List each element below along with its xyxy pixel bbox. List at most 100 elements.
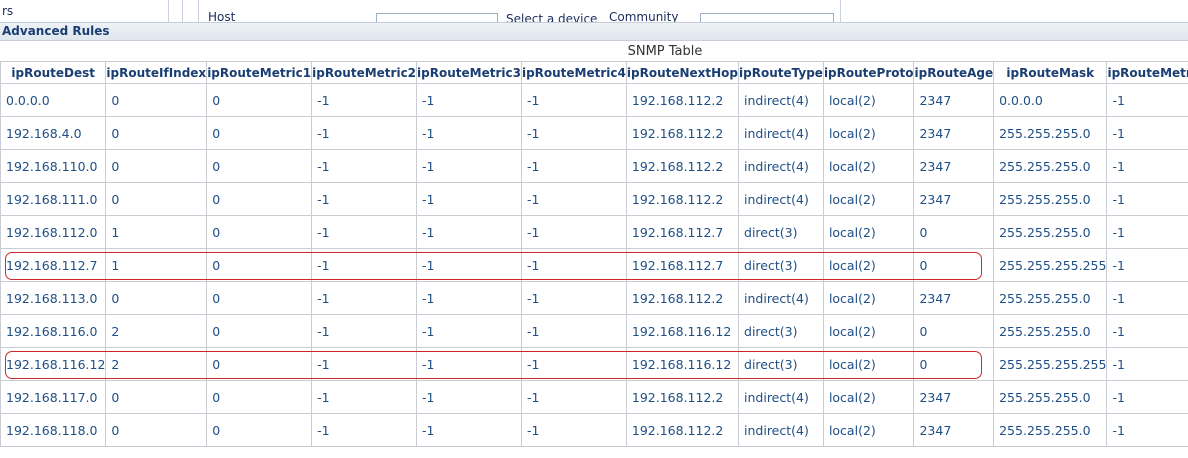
table-cell: 1 [105, 248, 208, 282]
table-cell: 192.168.112.2 [625, 380, 740, 414]
table-cell: -1 [416, 149, 522, 183]
table-cell: -1 [311, 413, 418, 447]
table-row[interactable]: 192.168.4.0 0 0 -1 -1 -1 192.168.112.2 indirect… [0, 116, 1188, 150]
table-caption: SNMP Table [627, 44, 703, 59]
column-header[interactable]: ipRouteMetric5 [1106, 61, 1188, 84]
column-header[interactable]: ipRouteMetric1 [206, 61, 313, 84]
device-select-label: Select a device [506, 12, 598, 22]
host-input[interactable] [376, 13, 498, 22]
table-cell: -1 [311, 314, 418, 348]
community-label: Community [609, 10, 679, 22]
table-row[interactable]: 192.168.113.0 0 0 -1 -1 -1 192.168.112.2 indire… [0, 281, 1188, 315]
column-header[interactable]: ipRouteType [738, 61, 824, 84]
table-row[interactable]: 192.168.118.0 0 0 -1 -1 -1 192.168.112.2 indire… [0, 413, 1188, 447]
table-cell: -1 [416, 281, 522, 315]
section-title: Advanced Rules [2, 24, 110, 38]
table-cell: -1 [520, 413, 627, 447]
table-cell: indirect(4) [738, 413, 824, 447]
column-header[interactable]: ipRouteMask [993, 61, 1108, 84]
table-cell: 255.255.255.255 [993, 248, 1108, 282]
table-cell: 2347 [913, 281, 995, 315]
table-cell: 192.168.111.0 [0, 182, 107, 216]
table-cell: -1 [416, 248, 522, 282]
table-cell: 2347 [913, 83, 995, 117]
table-cell: 0 [206, 413, 313, 447]
table-cell: 192.168.110.0 [0, 149, 107, 183]
table-cell: local(2) [822, 281, 915, 315]
table-cell: 0.0.0.0 [0, 83, 107, 117]
table-row[interactable]: 192.168.117.0 0 0 -1 -1 -1 192.168.112.2 indire… [0, 380, 1188, 414]
table-cell: 192.168.112.0 [0, 215, 107, 249]
table-cell: -1 [1106, 314, 1188, 348]
table-body: 0.0.0.0 0 0 -1 -1 -1 192.168.112.2 indirect(4) l… [0, 83, 1188, 447]
table-cell: 192.168.116.12 [0, 347, 107, 381]
table-cell: -1 [1106, 380, 1188, 414]
table-cell: 0 [105, 281, 208, 315]
table-row[interactable]: 192.168.112.7 1 0 -1 -1 -1 192.168.112.7 direct… [0, 248, 1188, 282]
table-cell: 255.255.255.0 [993, 314, 1108, 348]
table-cell: 2347 [913, 116, 995, 150]
table-cell: direct(3) [738, 248, 824, 282]
table-cell: -1 [311, 380, 418, 414]
table-cell: 192.168.4.0 [0, 116, 107, 150]
app-window: rs Host Select a device Community Advanc… [0, 0, 1188, 458]
table-cell: 192.168.112.2 [625, 149, 740, 183]
table-cell: 0.0.0.0 [993, 83, 1108, 117]
table-cell: -1 [520, 314, 627, 348]
table-cell: 0 [206, 347, 313, 381]
table-cell: 0 [206, 380, 313, 414]
table-cell: -1 [311, 182, 418, 216]
table-cell: 2 [105, 347, 208, 381]
table-cell: -1 [311, 347, 418, 381]
column-header[interactable]: ipRouteMetric3 [416, 61, 522, 84]
table-cell: -1 [520, 149, 627, 183]
table-cell: 2347 [913, 149, 995, 183]
table-cell: 255.255.255.0 [993, 413, 1108, 447]
section-header[interactable]: Advanced Rules [0, 22, 1188, 41]
table-row[interactable]: 0.0.0.0 0 0 -1 -1 -1 192.168.112.2 indirect(4) l… [0, 83, 1188, 117]
table-row[interactable]: 192.168.110.0 0 0 -1 -1 -1 192.168.112.2 indire… [0, 149, 1188, 183]
table-cell: 255.255.255.0 [993, 149, 1108, 183]
table-cell: -1 [416, 215, 522, 249]
column-header[interactable]: ipRouteMetric2 [311, 61, 418, 84]
column-header[interactable]: ipRouteAge [913, 61, 995, 84]
table-cell: -1 [1106, 149, 1188, 183]
snmp-table: ipRouteDest ipRouteIfIndex ipRouteMetric1 i… [0, 61, 1188, 447]
table-cell: -1 [416, 116, 522, 150]
column-header[interactable]: ipRouteNextHop [625, 61, 740, 84]
table-cell: 192.168.112.7 [625, 248, 740, 282]
table-cell: -1 [416, 347, 522, 381]
table-row[interactable]: 192.168.112.0 1 0 -1 -1 -1 192.168.112.7 direct… [0, 215, 1188, 249]
panel-divider [182, 0, 183, 22]
table-cell: -1 [1106, 347, 1188, 381]
table-cell: 192.168.112.2 [625, 413, 740, 447]
table-cell: 255.255.255.0 [993, 380, 1108, 414]
table-cell: 192.168.116.12 [625, 314, 740, 348]
table-cell: 2 [105, 314, 208, 348]
table-cell: local(2) [822, 83, 915, 117]
table-cell: 192.168.118.0 [0, 413, 107, 447]
table-cell: direct(3) [738, 347, 824, 381]
table-cell: -1 [311, 116, 418, 150]
column-header[interactable]: ipRouteMetric4 [520, 61, 627, 84]
table-cell: -1 [520, 380, 627, 414]
table-cell: 2347 [913, 413, 995, 447]
table-cell: 0 [105, 116, 208, 150]
table-cell: -1 [1106, 215, 1188, 249]
top-panel-fragment: rs Host Select a device Community [0, 0, 1188, 22]
table-cell: -1 [311, 281, 418, 315]
table-cell: -1 [520, 347, 627, 381]
column-header[interactable]: ipRouteProto [822, 61, 915, 84]
column-header[interactable]: ipRouteDest [0, 61, 107, 84]
table-row[interactable]: 192.168.111.0 0 0 -1 -1 -1 192.168.112.2 indire… [0, 182, 1188, 216]
column-header[interactable]: ipRouteIfIndex [105, 61, 208, 84]
table-row[interactable]: 192.168.116.0 2 0 -1 -1 -1 192.168.116.12 direc… [0, 314, 1188, 348]
table-cell: -1 [1106, 83, 1188, 117]
table-cell: -1 [520, 116, 627, 150]
table-cell: 255.255.255.0 [993, 116, 1108, 150]
table-cell: local(2) [822, 347, 915, 381]
table-cell: 0 [206, 149, 313, 183]
table-row[interactable]: 192.168.116.12 2 0 -1 -1 -1 192.168.116.12 dire… [0, 347, 1188, 381]
community-input[interactable] [700, 13, 834, 22]
table-cell: -1 [311, 215, 418, 249]
